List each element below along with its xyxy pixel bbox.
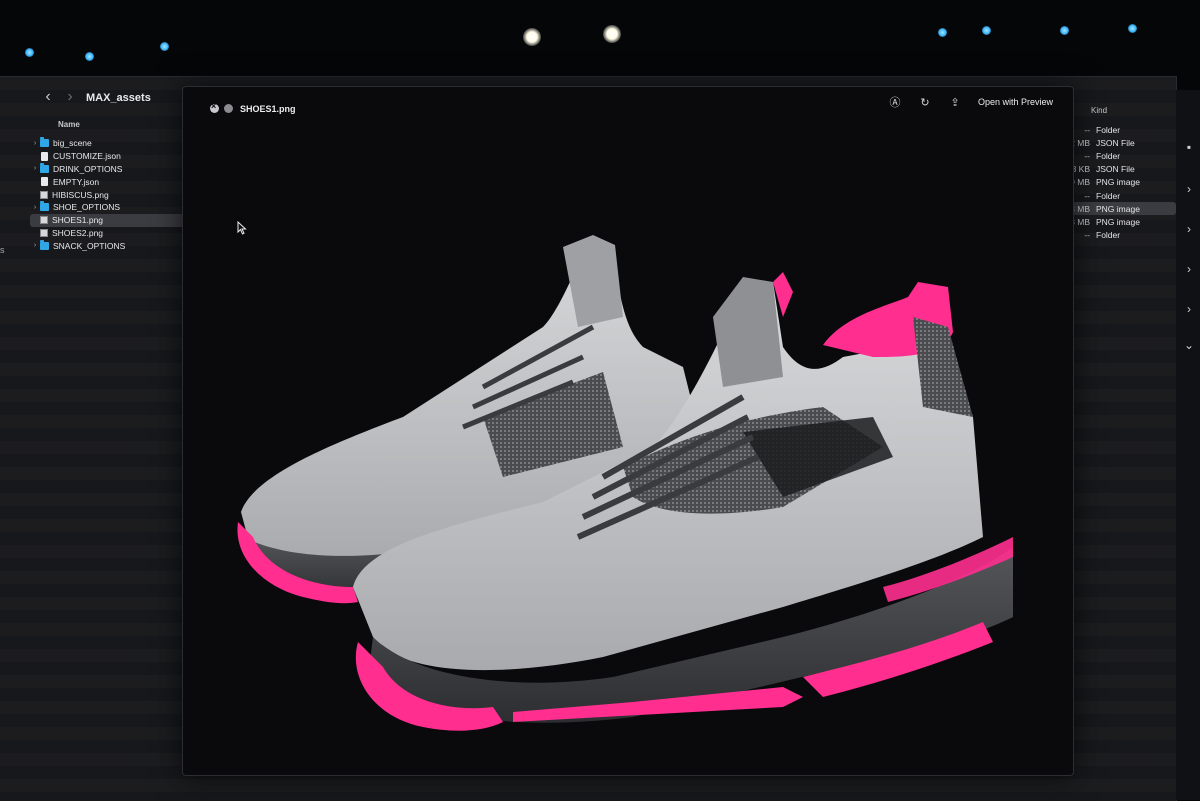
meta-row[interactable]: -- Folder [1060,189,1176,202]
stage-light [160,42,169,51]
list-item[interactable]: CUSTOMIZE.json [30,150,200,163]
side-panel [1176,90,1200,800]
meta-row[interactable]: 3 MB PNG image [1060,215,1176,228]
disclosure-triangle-icon[interactable]: › [30,242,40,249]
file-meta-list: -- Folder 2 MB JSON File -- Folder 3 KB JSON… [1060,123,1176,242]
meta-row-selected[interactable]: 3 MB PNG image [1060,202,1176,216]
image-file-icon [40,228,48,237]
file-list: › big_scene CUSTOMIZE.json › DRINK_OPTIO… [30,137,200,252]
sidebar-edge-text: s [0,245,5,255]
file-kind: Folder [1096,124,1121,135]
file-kind: Folder [1096,190,1121,201]
chevron-right-icon[interactable]: › [1182,262,1196,276]
list-item[interactable]: › SNACK_OPTIONS [30,239,200,252]
rotate-icon[interactable]: ↻ [918,96,932,109]
file-name: HIBISCUS.png [52,189,109,200]
share-icon[interactable]: ⇪ [948,96,962,109]
document-icon [41,151,48,161]
file-kind: PNG image [1096,177,1140,188]
open-with-preview-button[interactable]: Open with Preview [978,97,1053,107]
shoes-image [237,235,1013,731]
chevron-right-icon[interactable]: › [1182,222,1196,236]
file-name: SNACK_OPTIONS [53,240,126,251]
file-name: SHOES2.png [52,227,104,238]
meta-row[interactable]: -- Folder [1060,123,1176,136]
stage-light [1060,26,1069,35]
markup-icon[interactable]: Ⓐ [888,94,902,110]
finder-title: MAX_assets [86,92,151,104]
stage-light [523,28,541,46]
forward-button[interactable]: › [62,89,78,105]
chevron-right-icon[interactable]: › [1182,182,1196,196]
stage-light [1128,24,1137,33]
back-button[interactable]: ‹ [40,89,56,105]
stage-light [938,28,947,37]
file-kind: PNG image [1096,216,1140,227]
image-file-icon [40,190,48,199]
comment-icon[interactable]: ▪ [1182,140,1196,154]
list-item[interactable]: HIBISCUS.png [30,188,200,201]
file-kind: PNG image [1096,203,1140,214]
folder-icon [40,201,49,212]
column-header-name[interactable]: Name [58,120,80,129]
disclosure-triangle-icon[interactable]: › [30,165,40,172]
file-kind: JSON File [1096,164,1135,175]
file-name: DRINK_OPTIONS [53,163,123,174]
list-item[interactable]: › big_scene [30,137,200,150]
list-item[interactable]: › DRINK_OPTIONS [30,162,200,176]
stage-light [25,48,34,57]
chevron-right-icon[interactable]: › [1182,302,1196,316]
stage-light [85,52,94,61]
fullscreen-button[interactable] [224,104,233,113]
folder-icon [40,239,49,250]
document-icon [41,177,48,187]
meta-row[interactable]: 3 KB JSON File [1060,163,1176,176]
folder-icon [40,137,49,148]
file-kind: Folder [1096,230,1121,241]
file-name: CUSTOMIZE.json [53,151,121,162]
meta-row[interactable]: -- Folder [1060,149,1176,162]
folder-icon [40,162,49,173]
close-button[interactable] [210,101,219,113]
list-item[interactable]: › SHOE_OPTIONS [30,201,200,214]
disclosure-triangle-icon[interactable]: › [30,140,40,147]
column-header-kind[interactable]: Kind [1091,106,1107,115]
quicklook-titlebar: SHOES1.png Ⓐ ↻ ⇪ Open with Preview [183,87,1073,114]
chevron-down-icon[interactable]: ⌄ [1182,338,1196,352]
disclosure-triangle-icon[interactable]: › [30,204,40,211]
file-kind: Folder [1096,150,1121,161]
image-file-icon [40,216,48,225]
stage-light [982,26,991,35]
list-item-selected[interactable]: SHOES1.png [30,213,200,227]
quicklook-title: SHOES1.png [240,104,296,114]
list-item[interactable]: EMPTY.json [30,175,200,188]
list-item[interactable]: SHOES2.png [30,227,200,240]
file-name: SHOE_OPTIONS [53,202,121,213]
meta-row[interactable]: 9 MB PNG image [1060,176,1176,189]
quicklook-actions: Ⓐ ↻ ⇪ Open with Preview [888,94,1053,110]
file-name: SHOES1.png [52,215,104,226]
quicklook-window: SHOES1.png Ⓐ ↻ ⇪ Open with Preview [182,86,1074,776]
meta-row[interactable]: 2 MB JSON File [1060,136,1176,149]
file-name: big_scene [53,138,92,149]
stage-light [603,25,621,43]
file-kind: JSON File [1096,137,1135,148]
meta-row[interactable]: -- Folder [1060,229,1176,242]
file-name: EMPTY.json [53,176,100,187]
